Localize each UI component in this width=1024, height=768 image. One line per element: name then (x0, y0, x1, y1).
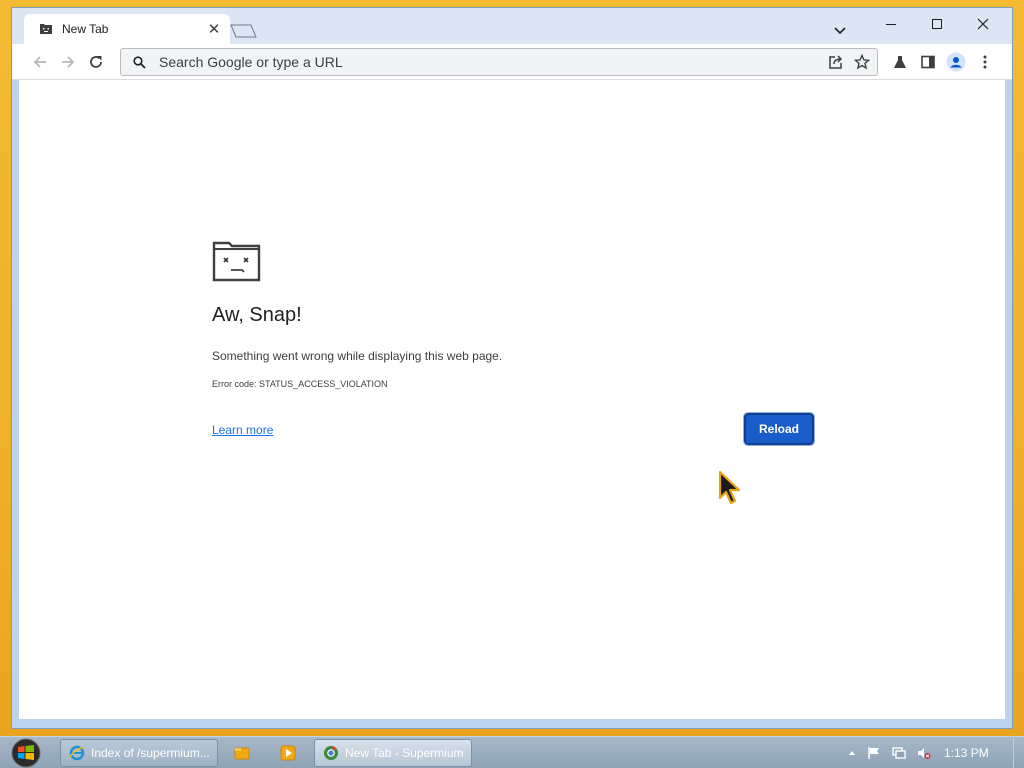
page-content: Aw, Snap! Something went wrong while dis… (19, 80, 1005, 719)
tab-new-tab[interactable]: New Tab ✕ (24, 14, 230, 44)
taskbar-item-index-of-supermium[interactable]: Index of /supermium... (60, 739, 218, 767)
kebab-menu-icon[interactable] (974, 51, 996, 73)
share-icon[interactable] (825, 51, 847, 73)
internet-explorer-icon (69, 745, 85, 761)
profile-avatar-icon[interactable] (945, 51, 967, 73)
taskbar-item-new-tab-supermium[interactable]: New Tab - Supermium (314, 739, 472, 767)
action-center-flag-icon[interactable] (867, 746, 881, 760)
tab-search-chevron-down-icon[interactable] (831, 22, 849, 40)
media-player-icon[interactable] (280, 745, 296, 761)
sad-tab-error: Aw, Snap! Something went wrong while dis… (212, 240, 815, 447)
search-icon (131, 54, 147, 70)
side-panel-icon[interactable] (917, 51, 939, 73)
mouse-pointer-icon (718, 470, 741, 505)
tab-title: New Tab (62, 22, 109, 36)
start-orb-icon[interactable] (8, 738, 44, 768)
taskbar-clock[interactable]: 1:13 PM (944, 746, 989, 760)
reload-icon[interactable] (84, 50, 108, 74)
volume-muted-icon[interactable] (917, 746, 931, 760)
close-window-icon[interactable] (960, 10, 1006, 38)
minimize-icon[interactable] (868, 10, 914, 38)
error-code: Error code: STATUS_ACCESS_VIOLATION (212, 379, 388, 389)
learn-more-link[interactable]: Learn more (212, 423, 273, 437)
maximize-icon[interactable] (914, 10, 960, 38)
error-title: Aw, Snap! (212, 304, 302, 326)
show-hidden-icons-arrow-icon[interactable] (845, 746, 859, 760)
network-icon[interactable] (892, 746, 906, 760)
taskbar-item-label: Index of /supermium... (91, 746, 210, 760)
browser-toolbar (12, 44, 1012, 80)
omnibox-input[interactable] (159, 54, 825, 70)
browser-window: New Tab ✕ Search Google or type a URL Aw… (11, 7, 1013, 729)
omnibox[interactable] (120, 48, 878, 76)
bookmark-star-icon[interactable] (851, 51, 873, 73)
new-tab-icon[interactable] (228, 24, 258, 38)
error-actions: Learn more Reload (212, 412, 815, 447)
sad-tab-favicon-icon (38, 21, 54, 37)
folder-icon[interactable] (234, 745, 250, 761)
show-desktop-button[interactable] (1013, 738, 1024, 768)
sad-tab-icon (212, 241, 261, 282)
forward-arrow-icon[interactable] (56, 50, 80, 74)
tab-close-icon[interactable]: ✕ (204, 19, 224, 39)
error-description: Something went wrong while displaying th… (212, 349, 503, 363)
labs-flask-icon[interactable] (889, 51, 911, 73)
back-arrow-icon[interactable] (28, 50, 52, 74)
title-bar[interactable]: New Tab ✕ (12, 8, 1012, 44)
chrome-icon (324, 745, 338, 760)
taskbar-item-label: New Tab - Supermium (345, 746, 464, 760)
taskbar: Index of /supermium... New Tab - Supermi… (0, 736, 1024, 768)
reload-button[interactable]: Reload (743, 412, 815, 446)
